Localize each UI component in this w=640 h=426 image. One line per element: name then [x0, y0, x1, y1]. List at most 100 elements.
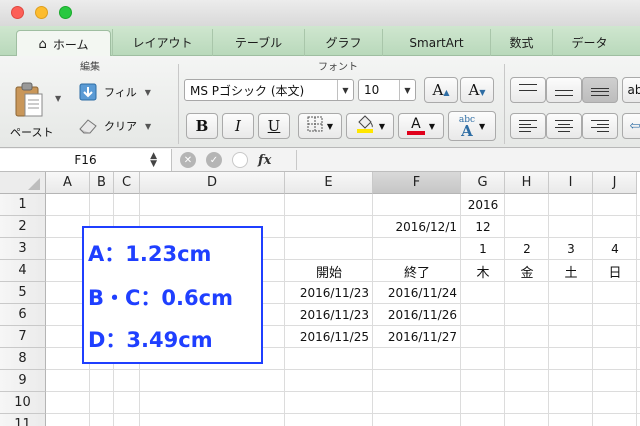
phonetic-button[interactable]: abc A ▼ — [448, 111, 496, 141]
fill-button[interactable]: フィル ▼ — [78, 80, 151, 104]
row-header-6[interactable]: 6 — [0, 304, 46, 326]
font-name-combo[interactable]: MS Pゴシック (本文) ▼ — [184, 79, 354, 101]
tab-chart-label: グラフ — [325, 36, 362, 50]
row-header-2[interactable]: 2 — [0, 216, 46, 238]
cancel-entry-icon[interactable]: ✕ — [180, 152, 196, 168]
font-size-combo[interactable]: 10 ▼ — [358, 79, 416, 101]
fill-color-button[interactable]: ▼ — [346, 113, 394, 139]
column-header-e[interactable]: E — [285, 172, 373, 194]
row-header-3[interactable]: 3 — [0, 238, 46, 260]
cell-g2[interactable]: 12 — [461, 216, 505, 238]
name-box[interactable]: F16 ▲ ▼ — [0, 149, 172, 171]
eraser-icon — [78, 117, 98, 135]
gridline — [46, 369, 640, 370]
font-name-dropdown-icon[interactable]: ▼ — [337, 80, 353, 100]
paste-dropdown-icon[interactable]: ▼ — [55, 94, 61, 103]
wrap-text-button[interactable]: ab — [622, 77, 640, 103]
row-header-7[interactable]: 7 — [0, 326, 46, 348]
cell-h3[interactable]: 2 — [505, 238, 549, 260]
row-header-11[interactable]: 11 — [0, 414, 46, 426]
align-bottom-button[interactable] — [582, 77, 618, 103]
font-color-icon: A — [406, 117, 425, 135]
minimize-window-button[interactable] — [35, 6, 48, 19]
fill-down-icon — [78, 83, 98, 101]
align-right-button[interactable] — [582, 113, 618, 139]
row-header-10[interactable]: 10 — [0, 392, 46, 414]
clear-button[interactable]: クリア ▼ — [78, 114, 151, 138]
name-box-stepper-icon[interactable]: ▲ ▼ — [150, 152, 157, 169]
row-header-9[interactable]: 9 — [0, 370, 46, 392]
cell-h4[interactable]: 金 — [505, 260, 549, 282]
column-header-f[interactable]: F — [373, 172, 461, 194]
tab-formulas[interactable]: 数式 — [490, 29, 552, 56]
cell-j3[interactable]: 4 — [593, 238, 637, 260]
cell-g4[interactable]: 木 — [461, 260, 505, 282]
spreadsheet-grid[interactable]: A B C D E F G H I J 1 2 3 4 5 6 7 8 9 10 11 2016 2016/12/1 12 1 2… — [0, 172, 640, 426]
row-header-5[interactable]: 5 — [0, 282, 46, 304]
column-header-i[interactable]: I — [549, 172, 593, 194]
align-top-button[interactable] — [510, 77, 546, 103]
align-left-button[interactable] — [510, 113, 546, 139]
increase-font-size-button[interactable]: A▲ — [424, 77, 458, 103]
font-color-button[interactable]: A ▼ — [398, 113, 444, 139]
cell-e7[interactable]: 2016/11/25 — [285, 326, 373, 348]
column-header-c[interactable]: C — [114, 172, 140, 194]
cell-e4[interactable]: 開始 — [285, 260, 373, 282]
align-center-button[interactable] — [546, 113, 582, 139]
column-header-h[interactable]: H — [505, 172, 549, 194]
close-window-button[interactable] — [11, 6, 24, 19]
cell-g1[interactable]: 2016 — [461, 194, 505, 216]
column-header-d[interactable]: D — [140, 172, 285, 194]
confirm-entry-icon[interactable]: ✓ — [206, 152, 222, 168]
font-group-label: フォント — [318, 62, 358, 73]
indent-button[interactable]: ⇦ — [622, 113, 640, 139]
underline-button[interactable]: U — [258, 113, 290, 139]
cell-i3[interactable]: 3 — [549, 238, 593, 260]
tab-smartart[interactable]: SmartArt — [382, 29, 490, 56]
cell-f2[interactable]: 2016/12/1 — [373, 216, 461, 238]
column-header-j[interactable]: J — [593, 172, 637, 194]
cell-g3[interactable]: 1 — [461, 238, 505, 260]
borders-button[interactable]: ▼ — [298, 113, 342, 139]
zoom-window-button[interactable] — [59, 6, 72, 19]
row-header-1[interactable]: 1 — [0, 194, 46, 216]
clear-dropdown-icon: ▼ — [145, 121, 152, 131]
fill-label: フィル — [104, 86, 137, 99]
insert-function-button[interactable]: fx — [258, 153, 271, 168]
tab-home[interactable]: ⌂ ホーム — [16, 30, 111, 57]
cell-f5[interactable]: 2016/11/24 — [373, 282, 461, 304]
column-header-a[interactable]: A — [46, 172, 90, 194]
font-size-dropdown-icon[interactable]: ▼ — [399, 80, 415, 100]
tab-layout[interactable]: レイアウト — [112, 29, 212, 56]
cell-e5[interactable]: 2016/11/23 — [285, 282, 373, 304]
ribbon-divider — [504, 64, 505, 144]
bold-label: B — [195, 117, 209, 135]
tab-table-label: テーブル — [234, 36, 283, 50]
column-header-b[interactable]: B — [90, 172, 114, 194]
tab-chart[interactable]: グラフ — [304, 29, 382, 56]
tab-table[interactable]: テーブル — [212, 29, 304, 56]
select-all-corner[interactable] — [0, 172, 46, 194]
italic-button[interactable]: I — [222, 113, 254, 139]
column-header-g[interactable]: G — [461, 172, 505, 194]
cell-f7[interactable]: 2016/11/27 — [373, 326, 461, 348]
cell-j4[interactable]: 日 — [593, 260, 637, 282]
align-bottom-icon — [591, 84, 609, 96]
row-header-8[interactable]: 8 — [0, 348, 46, 370]
decrease-font-size-button[interactable]: A▼ — [460, 77, 494, 103]
wrap-text-label: ab — [627, 83, 640, 97]
tab-formulas-label: 数式 — [509, 36, 534, 50]
row-header-4[interactable]: 4 — [0, 260, 46, 282]
cell-e6[interactable]: 2016/11/23 — [285, 304, 373, 326]
cell-f6[interactable]: 2016/11/26 — [373, 304, 461, 326]
cell-i4[interactable]: 土 — [549, 260, 593, 282]
annotation-text-box[interactable]: A：1.23cm B・C：0.6cm D：3.49cm — [82, 226, 263, 364]
cell-f4[interactable]: 終了 — [373, 260, 461, 282]
formula-builder-toggle-icon[interactable] — [232, 152, 248, 168]
bold-button[interactable]: B — [186, 113, 218, 139]
align-middle-button[interactable] — [546, 77, 582, 103]
paste-label: ペースト — [10, 126, 54, 139]
tab-data[interactable]: データ — [552, 29, 626, 56]
align-right-icon — [591, 120, 609, 132]
formula-bar-controls: ✕ ✓ fx — [180, 151, 271, 169]
